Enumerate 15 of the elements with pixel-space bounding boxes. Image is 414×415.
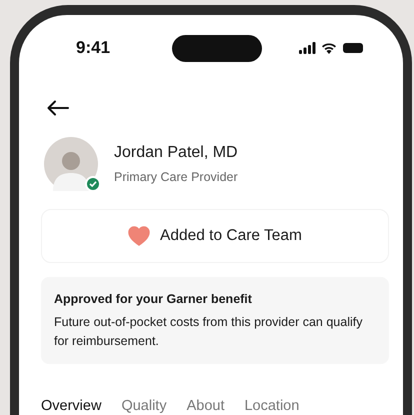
tab[interactable]: Location [244,396,300,415]
tab[interactable]: Quality [121,396,167,415]
care-team-button[interactable]: Added to Care Team [41,209,389,263]
provider-role: Primary Care Provider [114,169,238,186]
wifi-icon [321,42,337,54]
benefit-title: Approved for your Garner benefit [54,291,253,308]
battery-icon [343,43,363,53]
heart-icon [128,226,150,246]
benefit-text: Future out-of-pocket costs from this provider can qualify for reimbursement. [54,314,364,350]
status-time: 9:41 [76,37,112,60]
back-arrow-icon [47,100,69,116]
signal-icon [299,42,316,54]
tab[interactable]: Overview [41,396,102,415]
provider-name: Jordan Patel, MD [114,143,238,164]
tab[interactable]: About [186,396,224,415]
